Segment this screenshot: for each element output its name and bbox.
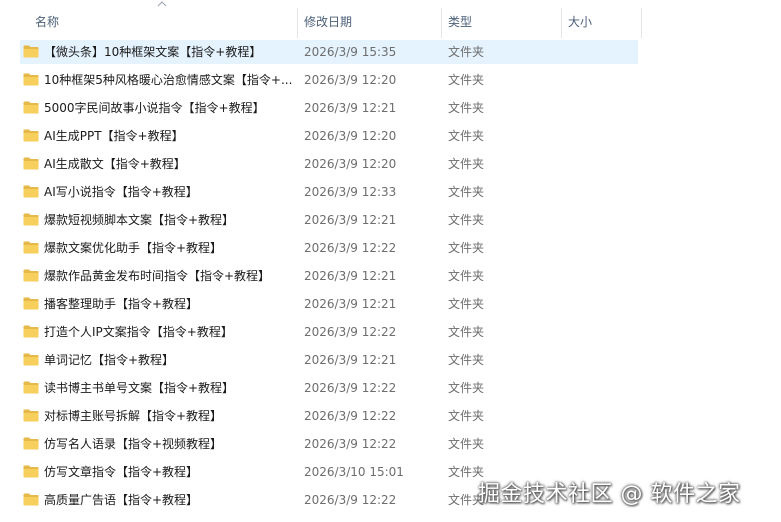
file-name: 播客整理助手【指令+教程】	[44, 297, 199, 311]
file-type: 文件夹	[448, 129, 485, 143]
file-type: 文件夹	[448, 101, 485, 115]
file-row[interactable]: 打造个人IP文案指令【指令+教程】 2026/3/9 12:22 文件夹	[20, 320, 638, 344]
file-date: 2026/3/9 12:22	[304, 409, 397, 423]
file-row[interactable]: 10种框架5种风格暖心治愈情感文案【指令+... 2026/3/9 12:20 文件…	[20, 68, 638, 92]
file-date: 2026/3/9 12:21	[304, 297, 397, 311]
folder-icon	[23, 409, 39, 422]
file-date: 2026/3/9 12:22	[304, 325, 397, 339]
folder-icon	[23, 437, 39, 450]
column-divider[interactable]	[441, 8, 442, 38]
file-name: 爆款作品黄金发布时间指令【指令+教程】	[44, 269, 271, 283]
file-row[interactable]: 5000字民间故事小说指令【指令+教程】 2026/3/9 12:21 文件夹	[20, 96, 638, 120]
file-name: 仿写文章指令【指令+教程】	[44, 465, 199, 479]
file-row[interactable]: 单词记忆【指令+教程】 2026/3/9 12:21 文件夹	[20, 348, 638, 372]
column-header-size[interactable]: 大小	[568, 0, 592, 38]
column-header-type[interactable]: 类型	[448, 0, 472, 38]
file-date: 2026/3/9 12:21	[304, 101, 397, 115]
folder-icon	[23, 157, 39, 170]
file-row[interactable]: 播客整理助手【指令+教程】 2026/3/9 12:21 文件夹	[20, 292, 638, 316]
file-type: 文件夹	[448, 353, 485, 367]
file-name: 爆款文案优化助手【指令+教程】	[44, 241, 223, 255]
file-name: 读书博主书单号文案【指令+教程】	[44, 381, 235, 395]
file-row[interactable]: 仿写名人语录【指令+视频教程】 2026/3/9 12:22 文件夹	[20, 432, 638, 456]
file-name: AI写小说指令【指令+教程】	[44, 185, 198, 199]
file-row[interactable]: AI生成PPT【指令+教程】 2026/3/9 12:20 文件夹	[20, 124, 638, 148]
folder-icon	[23, 465, 39, 478]
file-name: 【微头条】10种框架文案【指令+教程】	[44, 45, 262, 59]
file-date: 2026/3/9 12:21	[304, 353, 397, 367]
file-date: 2026/3/9 12:22	[304, 381, 397, 395]
folder-icon	[23, 101, 39, 114]
file-date: 2026/3/9 12:21	[304, 269, 397, 283]
folder-icon	[23, 493, 39, 506]
folder-icon	[23, 73, 39, 86]
file-date: 2026/3/9 12:33	[304, 185, 397, 199]
file-type: 文件夹	[448, 45, 485, 59]
file-row[interactable]: 爆款短视频脚本文案【指令+教程】 2026/3/9 12:21 文件夹	[20, 208, 638, 232]
file-date: 2026/3/9 12:21	[304, 213, 397, 227]
file-date: 2026/3/9 12:22	[304, 241, 397, 255]
file-date: 2026/3/9 15:35	[304, 45, 397, 59]
file-date: 2026/3/9 12:20	[304, 129, 397, 143]
file-row[interactable]: 【微头条】10种框架文案【指令+教程】 2026/3/9 15:35 文件夹	[20, 40, 638, 64]
file-row[interactable]: 爆款作品黄金发布时间指令【指令+教程】 2026/3/9 12:21 文件夹	[20, 264, 638, 288]
folder-icon	[23, 241, 39, 254]
file-type: 文件夹	[448, 73, 485, 87]
file-name: 打造个人IP文案指令【指令+教程】	[44, 325, 233, 339]
folder-icon	[23, 269, 39, 282]
file-row[interactable]: AI生成散文【指令+教程】 2026/3/9 12:20 文件夹	[20, 152, 638, 176]
file-type: 文件夹	[448, 297, 485, 311]
file-date: 2026/3/10 15:01	[304, 465, 404, 479]
file-type: 文件夹	[448, 241, 485, 255]
file-date: 2026/3/9 12:20	[304, 73, 397, 87]
folder-icon	[23, 381, 39, 394]
folder-icon	[23, 213, 39, 226]
file-row[interactable]: 读书博主书单号文案【指令+教程】 2026/3/9 12:22 文件夹	[20, 376, 638, 400]
folder-icon	[23, 45, 39, 58]
file-type: 文件夹	[448, 157, 485, 171]
sort-ascending-icon	[157, 1, 167, 7]
folder-icon	[23, 297, 39, 310]
folder-icon	[23, 129, 39, 142]
column-divider[interactable]	[641, 8, 642, 38]
file-name: 对标博主账号拆解【指令+教程】	[44, 409, 223, 423]
file-type: 文件夹	[448, 381, 485, 395]
file-row[interactable]: AI写小说指令【指令+教程】 2026/3/9 12:33 文件夹	[20, 180, 638, 204]
column-divider[interactable]	[561, 8, 562, 38]
file-name: 爆款短视频脚本文案【指令+教程】	[44, 213, 235, 227]
watermark: 掘金技术社区 @ 软件之家	[478, 482, 741, 507]
file-date: 2026/3/9 12:20	[304, 157, 397, 171]
file-date: 2026/3/9 12:22	[304, 493, 397, 507]
file-date: 2026/3/9 12:22	[304, 437, 397, 451]
column-header-date[interactable]: 修改日期	[304, 0, 352, 38]
file-row[interactable]: 对标博主账号拆解【指令+教程】 2026/3/9 12:22 文件夹	[20, 404, 638, 428]
file-type: 文件夹	[448, 185, 485, 199]
folder-icon	[23, 325, 39, 338]
file-type: 文件夹	[448, 437, 485, 451]
column-header: 名称 修改日期 类型 大小	[0, 0, 781, 38]
file-name: 10种框架5种风格暖心治愈情感文案【指令+...	[44, 73, 293, 87]
file-name: 仿写名人语录【指令+视频教程】	[44, 437, 223, 451]
file-name: AI生成散文【指令+教程】	[44, 157, 186, 171]
column-divider[interactable]	[297, 8, 298, 38]
file-row[interactable]: 爆款文案优化助手【指令+教程】 2026/3/9 12:22 文件夹	[20, 236, 638, 260]
file-name: 高质量广告语【指令+教程】	[44, 493, 199, 507]
file-type: 文件夹	[448, 325, 485, 339]
folder-icon	[23, 353, 39, 366]
column-header-name[interactable]: 名称	[35, 0, 59, 38]
file-name: AI生成PPT【指令+教程】	[44, 129, 184, 143]
file-type: 文件夹	[448, 213, 485, 227]
file-name: 5000字民间故事小说指令【指令+教程】	[44, 101, 265, 115]
file-type: 文件夹	[448, 409, 485, 423]
folder-icon	[23, 185, 39, 198]
file-name: 单词记忆【指令+教程】	[44, 353, 175, 367]
file-type: 文件夹	[448, 269, 485, 283]
